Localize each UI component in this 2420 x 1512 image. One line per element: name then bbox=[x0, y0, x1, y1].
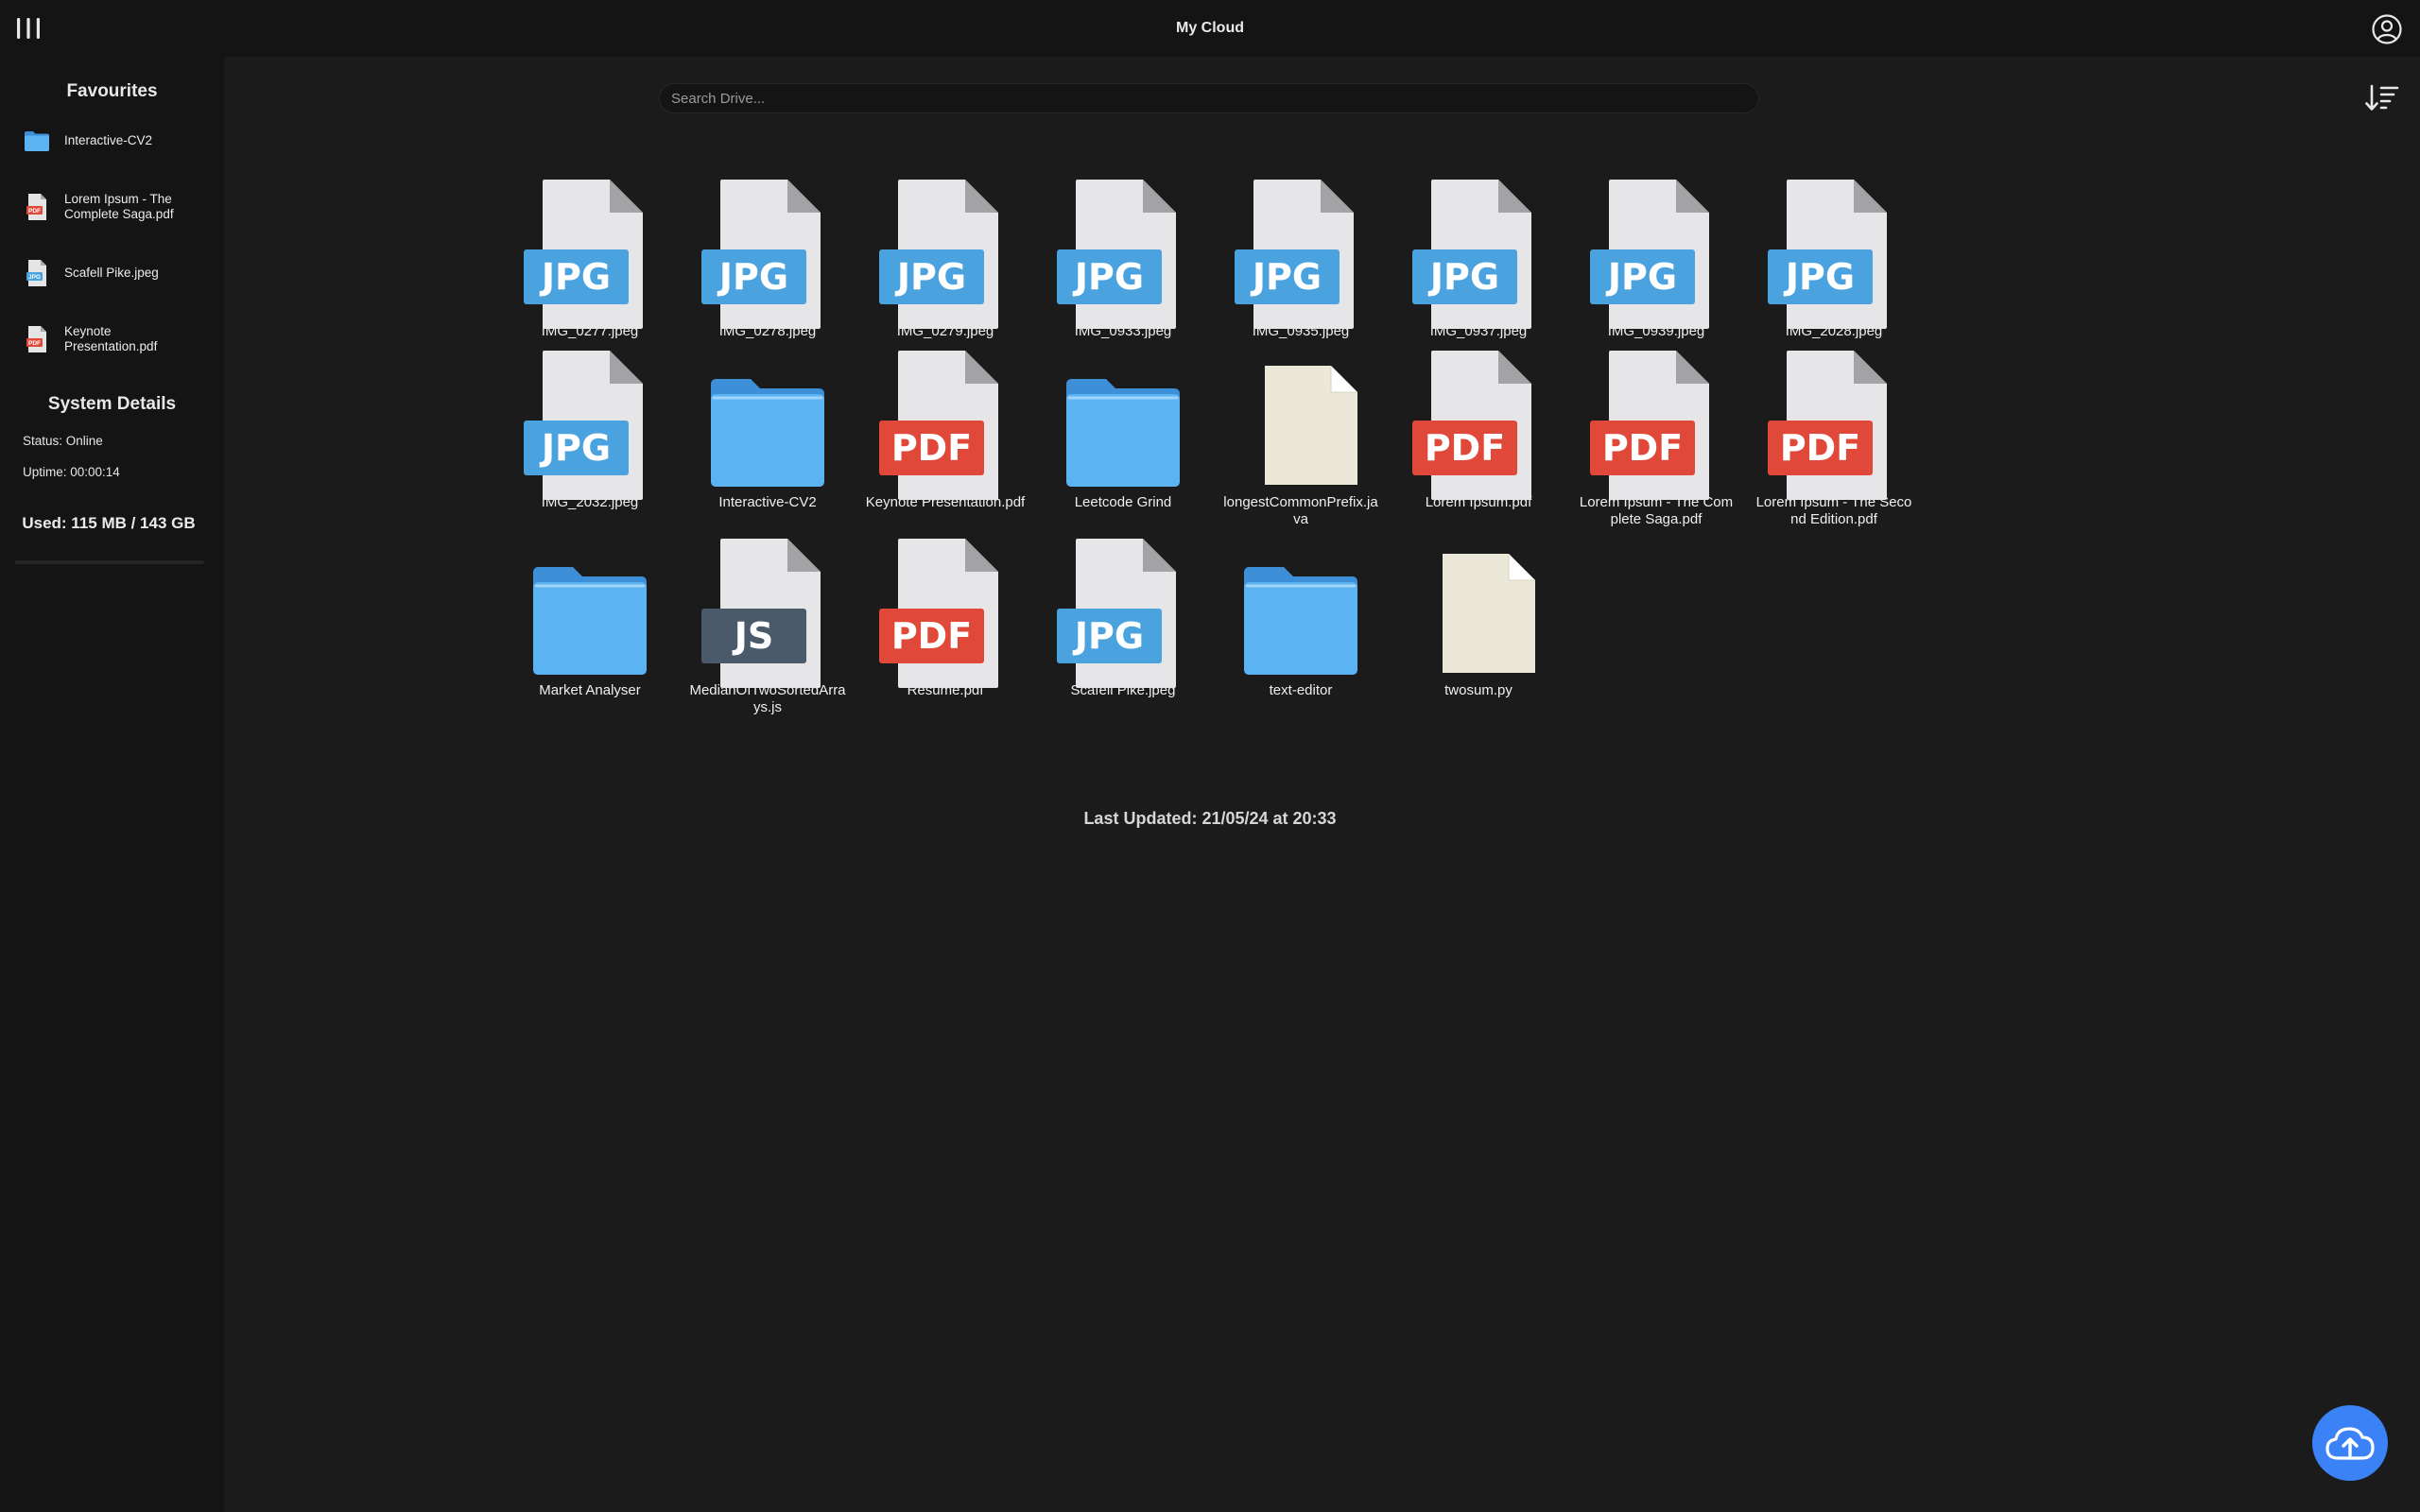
pdf-file-icon: PDF bbox=[1768, 349, 1900, 502]
jpg-file-icon: JPG bbox=[1057, 178, 1189, 331]
folder-icon bbox=[524, 537, 656, 690]
file-item[interactable]: PDF Keynote Presentation.pdf bbox=[856, 349, 1034, 537]
jpg-file-icon: JPG bbox=[1590, 178, 1722, 331]
svg-text:PDF: PDF bbox=[1425, 427, 1505, 469]
system-details-heading: System Details bbox=[47, 394, 177, 414]
sidebar: Favourites Interactive-CV2 PDF Lorem Ips… bbox=[0, 57, 224, 1512]
file-item[interactable]: JPG IMG_0933.jpeg bbox=[1034, 178, 1212, 349]
svg-text:JPG: JPG bbox=[1427, 256, 1499, 298]
svg-text:JPG: JPG bbox=[1072, 615, 1144, 657]
file-item[interactable]: JPG IMG_0277.jpeg bbox=[501, 178, 679, 349]
favourite-label: Lorem Ipsum - The Complete Saga.pdf bbox=[64, 192, 174, 221]
jpg-file-icon: JPG bbox=[524, 349, 656, 502]
folder-icon bbox=[1235, 537, 1367, 690]
js-file-icon: JS bbox=[701, 537, 834, 690]
svg-text:JPG: JPG bbox=[1250, 256, 1322, 298]
jpg-file-icon: JPG bbox=[1235, 178, 1367, 331]
file-item[interactable]: PDF Lorem Ipsum - The Second Edition.pdf bbox=[1745, 349, 1923, 537]
upload-button[interactable] bbox=[2312, 1405, 2388, 1481]
svg-text:JPG: JPG bbox=[539, 427, 611, 469]
svg-text:PDF: PDF bbox=[1780, 427, 1860, 469]
menu-icon[interactable] bbox=[13, 13, 43, 43]
svg-text:PDF: PDF bbox=[28, 208, 41, 215]
status-text: Status: Online bbox=[23, 434, 103, 448]
file-item[interactable]: longestCommonPrefix.java bbox=[1212, 349, 1390, 537]
pdf-file-icon: PDF bbox=[1412, 349, 1545, 502]
file-item[interactable]: JPG IMG_0935.jpeg bbox=[1212, 178, 1390, 349]
pdf-file-icon: PDF bbox=[23, 193, 51, 221]
pdf-file-icon: PDF bbox=[1590, 349, 1722, 502]
svg-text:PDF: PDF bbox=[891, 615, 972, 657]
folder-icon bbox=[1057, 349, 1189, 502]
jpg-file-icon: JPG bbox=[1768, 178, 1900, 331]
folder-icon bbox=[701, 349, 834, 502]
jpg-file-icon: JPG bbox=[524, 178, 656, 331]
folder-icon bbox=[23, 127, 51, 155]
favourite-label: Interactive-CV2 bbox=[64, 133, 153, 147]
jpg-file-icon: JPG bbox=[1057, 537, 1189, 690]
jpg-file-icon: JPG bbox=[879, 178, 1011, 331]
svg-text:JPG: JPG bbox=[717, 256, 788, 298]
favourite-item-scafell-pike[interactable]: JPG Scafell Pike.jpeg bbox=[23, 259, 206, 287]
file-item[interactable]: twosum.py bbox=[1390, 537, 1567, 726]
storage-used-text: Used: 115 MB / 143 GB bbox=[22, 514, 196, 532]
svg-text:JPG: JPG bbox=[28, 274, 41, 281]
pdf-file-icon: PDF bbox=[879, 349, 1011, 502]
svg-text:JPG: JPG bbox=[1605, 256, 1677, 298]
account-icon[interactable] bbox=[2371, 13, 2403, 45]
folder-item[interactable]: Market Analyser bbox=[501, 537, 679, 726]
jpg-file-icon: JPG bbox=[1412, 178, 1545, 331]
file-item[interactable]: JPG Scafell Pike.jpeg bbox=[1034, 537, 1212, 726]
file-item[interactable]: JPG IMG_2028.jpeg bbox=[1745, 178, 1923, 349]
svg-text:PDF: PDF bbox=[891, 427, 972, 469]
search-input[interactable] bbox=[659, 83, 1759, 113]
file-item[interactable]: JPG IMG_2032.jpeg bbox=[501, 349, 679, 537]
file-item[interactable]: JPG IMG_0937.jpeg bbox=[1390, 178, 1567, 349]
storage-bar bbox=[15, 560, 204, 564]
file-item[interactable]: JS MedianOfTwoSortedArrays.js bbox=[679, 537, 856, 726]
svg-text:JPG: JPG bbox=[1783, 256, 1855, 298]
pdf-file-icon: PDF bbox=[879, 537, 1011, 690]
sort-descending-icon[interactable] bbox=[2363, 83, 2401, 113]
file-item[interactable]: PDF Lorem Ipsum.pdf bbox=[1390, 349, 1567, 537]
text-file-icon bbox=[1235, 349, 1367, 502]
jpg-file-icon: JPG bbox=[701, 178, 834, 331]
uptime-text: Uptime: 00:00:14 bbox=[23, 465, 120, 479]
svg-text:JPG: JPG bbox=[539, 256, 611, 298]
svg-text:PDF: PDF bbox=[28, 340, 41, 347]
favourites-heading: Favourites bbox=[66, 81, 158, 101]
favourite-label: Scafell Pike.jpeg bbox=[64, 266, 159, 280]
svg-text:JPG: JPG bbox=[1072, 256, 1144, 298]
svg-text:PDF: PDF bbox=[1602, 427, 1683, 469]
favourite-item-interactive-cv2[interactable]: Interactive-CV2 bbox=[23, 127, 206, 155]
file-item[interactable]: PDF Lorem Ipsum - The Complete Saga.pdf bbox=[1567, 349, 1745, 537]
favourite-label: Keynote Presentation.pdf bbox=[64, 324, 158, 353]
file-item[interactable]: JPG IMG_0939.jpeg bbox=[1567, 178, 1745, 349]
file-item[interactable]: PDF Resume.pdf bbox=[856, 537, 1034, 726]
folder-item[interactable]: text-editor bbox=[1212, 537, 1390, 726]
file-item[interactable]: JPG IMG_0279.jpeg bbox=[856, 178, 1034, 349]
favourite-item-lorem-ipsum-complete-saga[interactable]: PDF Lorem Ipsum - The Complete Saga.pdf bbox=[23, 192, 206, 222]
folder-item[interactable]: Leetcode Grind bbox=[1034, 349, 1212, 537]
file-grid: JPG IMG_0277.jpeg JPG IMG_0278.jpeg JPG IMG_0… bbox=[501, 178, 2278, 726]
svg-text:JPG: JPG bbox=[894, 256, 966, 298]
last-updated-text: Last Updated: 21/05/24 at 20:33 bbox=[1083, 809, 1337, 828]
favourite-item-keynote-presentation[interactable]: PDF Keynote Presentation.pdf bbox=[23, 324, 206, 354]
text-file-icon bbox=[1412, 537, 1545, 690]
jpeg-file-icon: JPG bbox=[23, 259, 51, 287]
folder-item[interactable]: Interactive-CV2 bbox=[679, 349, 856, 537]
pdf-file-icon: PDF bbox=[23, 325, 51, 353]
page-title: My Cloud bbox=[1176, 20, 1244, 36]
file-item[interactable]: JPG IMG_0278.jpeg bbox=[679, 178, 856, 349]
top-bar: My Cloud bbox=[0, 0, 2420, 57]
svg-text:JS: JS bbox=[732, 615, 774, 657]
cloud-upload-icon bbox=[2325, 1427, 2375, 1460]
